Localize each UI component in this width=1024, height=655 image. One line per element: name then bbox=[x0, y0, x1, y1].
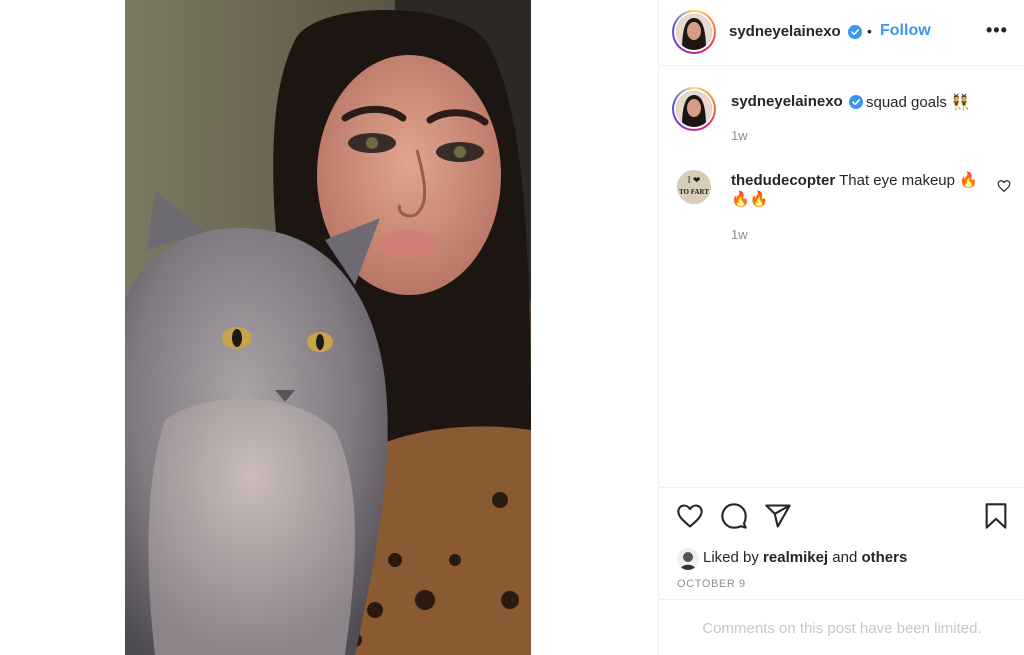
liked-others[interactable]: others bbox=[861, 549, 907, 566]
comment-icon[interactable] bbox=[720, 502, 748, 530]
instagram-post-view: sydneyelainexo • Follow ••• sydneyelaine… bbox=[0, 0, 1024, 655]
more-options-icon[interactable]: ••• bbox=[986, 20, 1008, 41]
heart-icon[interactable] bbox=[676, 502, 704, 530]
header-separator: • bbox=[867, 23, 872, 39]
liked-prefix: Liked by bbox=[703, 549, 764, 566]
commenter-avatar[interactable]: I ❤ TO FART bbox=[677, 170, 711, 204]
liker-avatar[interactable] bbox=[677, 548, 699, 570]
share-icon[interactable] bbox=[764, 502, 792, 530]
commenter-avatar-top-text: I ❤ bbox=[688, 175, 701, 185]
commenter-avatar-bottom-text: TO FART bbox=[679, 188, 709, 196]
follow-button[interactable]: Follow bbox=[880, 22, 931, 40]
commenter-username[interactable]: thedudecopter bbox=[731, 172, 835, 189]
post-date[interactable]: OCTOBER 9 bbox=[677, 578, 746, 590]
liked-joiner: and bbox=[828, 549, 862, 566]
liked-by-line: Liked by realmikej and others bbox=[703, 549, 907, 566]
bookmark-icon[interactable] bbox=[982, 502, 1010, 530]
liked-user[interactable]: realmikej bbox=[763, 549, 828, 566]
caption-timestamp[interactable]: 1w bbox=[731, 128, 748, 143]
caption-username[interactable]: sydneyelainexo bbox=[731, 93, 843, 110]
verified-badge-icon bbox=[849, 95, 863, 109]
author-username[interactable]: sydneyelainexo bbox=[729, 23, 841, 40]
verified-badge-icon bbox=[848, 25, 862, 39]
post-photo[interactable] bbox=[125, 0, 531, 655]
author-avatar[interactable] bbox=[672, 10, 716, 54]
post-sidebar: sydneyelainexo • Follow ••• sydneyelaine… bbox=[658, 0, 1024, 655]
comment-like-heart-icon[interactable] bbox=[997, 179, 1011, 193]
post-header: sydneyelainexo • Follow ••• bbox=[659, 0, 1024, 66]
comment-body: thedudecopter That eye makeup 🔥🔥🔥 bbox=[731, 171, 981, 209]
caption-author-avatar[interactable] bbox=[672, 87, 716, 131]
comments-limited-notice: Comments on this post have been limited. bbox=[659, 599, 1024, 655]
media-panel bbox=[0, 0, 658, 655]
comment-timestamp[interactable]: 1w bbox=[731, 227, 748, 242]
post-actions: Liked by realmikej and others OCTOBER 9 bbox=[659, 487, 1024, 599]
caption-text: squad goals 👯 bbox=[866, 94, 970, 111]
